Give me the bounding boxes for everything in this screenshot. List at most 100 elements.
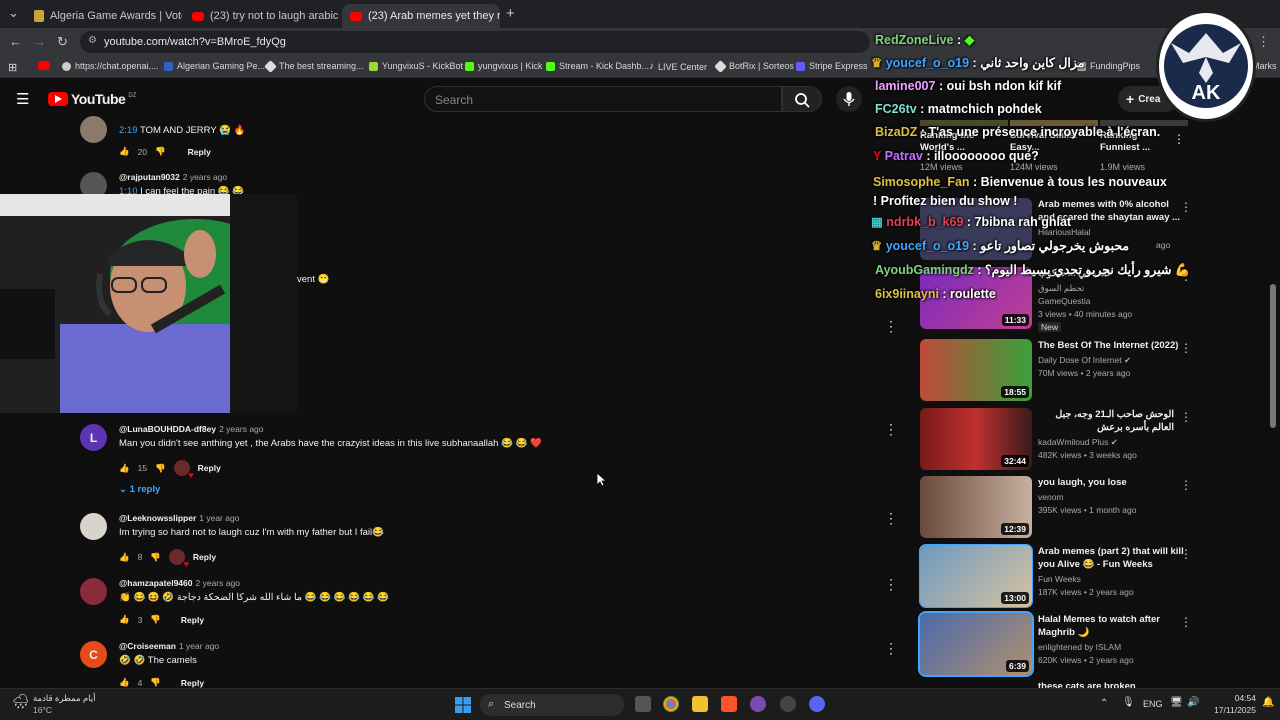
youtube-logo[interactable]: YouTube DZ <box>48 91 136 107</box>
network-icon[interactable]: 🖥 <box>1170 697 1183 708</box>
task-view-icon[interactable] <box>635 696 651 712</box>
bookmark-kick-dashboard[interactable]: Stream - Kick Dashb... <box>546 61 649 71</box>
app-icon[interactable] <box>750 696 766 712</box>
avatar[interactable]: C <box>80 641 107 668</box>
dislike-icon[interactable]: 👎 <box>150 552 161 563</box>
channel-name[interactable]: venom <box>1038 492 1064 502</box>
comment-handle[interactable]: @Croiseeman <box>119 641 176 651</box>
dislike-icon[interactable]: 👎 <box>155 146 166 157</box>
reply-button[interactable]: Reply <box>181 615 204 625</box>
taskbar-search[interactable]: ⌕ Search <box>480 694 624 716</box>
chevron-up-icon[interactable]: ⌃ <box>1100 698 1108 709</box>
bookmark-algerian-gaming[interactable]: Algerian Gaming Pe... <box>164 61 265 71</box>
tab-2[interactable]: (23) try not to laugh arabic me ✕ <box>184 4 340 28</box>
notification-icon[interactable]: 🔔 <box>1262 697 1274 708</box>
reload-icon[interactable]: ↻ <box>57 34 68 50</box>
recommended-video[interactable]: 12:39 you laugh, you lose venom 395K vie… <box>920 476 1192 538</box>
microphone-icon[interactable]: 🎙 <box>1122 697 1135 708</box>
video-thumbnail[interactable]: 6:39 <box>918 611 1034 677</box>
more-options-icon[interactable]: ⋮ <box>884 640 898 657</box>
reply-button[interactable]: Reply <box>188 147 211 157</box>
more-options-icon[interactable]: ⋮ <box>1180 200 1192 214</box>
avatar[interactable]: L <box>80 424 107 451</box>
more-options-icon[interactable]: ⋮ <box>884 510 898 527</box>
like-icon[interactable]: 👍 <box>119 614 130 625</box>
reply-button[interactable]: Reply <box>181 678 204 688</box>
channel-name[interactable]: kadaWmiloud Plus ✔ <box>1038 437 1118 448</box>
dislike-icon[interactable]: 👎 <box>150 614 161 625</box>
bookmark-youtube[interactable] <box>38 61 50 70</box>
weather-text[interactable]: أيام ممطرة قادمة <box>33 693 95 704</box>
video-title[interactable]: Arab memes (part 2) that will kill you A… <box>1038 545 1184 571</box>
video-title[interactable]: الوحش صاحب الـ21 وجه، جبل العالم بأسره ب… <box>1038 408 1174 434</box>
volume-icon[interactable]: 🔊 <box>1187 697 1199 708</box>
bookmark-stripe[interactable]: Stripe Express <box>796 61 868 71</box>
reply-button[interactable]: Reply <box>193 552 216 562</box>
apps-icon[interactable]: ⊞ <box>8 61 17 74</box>
avatar[interactable] <box>80 578 107 605</box>
tab-list-icon[interactable]: ⌄ <box>8 5 19 21</box>
comment-author[interactable]: @hamzapatel9460 2 years ago <box>119 578 240 588</box>
brave-icon[interactable] <box>721 696 737 712</box>
video-thumbnail[interactable]: 18:55 <box>920 339 1032 401</box>
more-options-icon[interactable]: ⋮ <box>1180 615 1192 629</box>
more-options-icon[interactable]: ⋮ <box>1173 132 1185 146</box>
view-replies-button[interactable]: ⌄ 1 reply <box>119 484 160 495</box>
more-options-icon[interactable]: ⋮ <box>884 318 898 335</box>
reply-button[interactable]: Reply <box>198 463 221 473</box>
weather-icon[interactable]: 🌧 <box>12 693 30 710</box>
comment-author[interactable]: @Croiseeman 1 year ago <box>119 641 219 651</box>
tab-1[interactable]: Algeria Game Awards | Vote fo ✕ <box>26 4 182 28</box>
dislike-icon[interactable]: 👎 <box>150 677 161 688</box>
channel-name[interactable]: Daily Dose Of Internet ✔ <box>1038 355 1131 366</box>
more-options-icon[interactable]: ⋮ <box>1180 410 1192 424</box>
like-icon[interactable]: 👍 <box>119 552 130 563</box>
discord-icon[interactable] <box>809 696 825 712</box>
site-info-icon[interactable]: ⚙ <box>88 35 97 46</box>
menu-icon[interactable]: ⋮ <box>1257 34 1270 50</box>
video-thumbnail[interactable]: 32:44 <box>920 408 1032 470</box>
clock-date[interactable]: 17/11/2025 <box>1208 705 1256 715</box>
more-options-icon[interactable]: ⋮ <box>1180 547 1192 561</box>
video-thumbnail[interactable]: 12:39 <box>920 476 1032 538</box>
recommended-video[interactable]: 18:55 The Best Of The Internet (2022) Da… <box>920 339 1192 401</box>
like-icon[interactable]: 👍 <box>119 463 130 474</box>
comment-author[interactable]: @Leeknowsslipper 1 year ago <box>119 513 239 523</box>
channel-name[interactable]: Fun Weeks <box>1038 574 1081 584</box>
clock-time[interactable]: 04:54 <box>1218 693 1256 703</box>
comment-handle[interactable]: @Leeknowsslipper <box>119 513 196 523</box>
recommended-video[interactable]: 32:44 الوحش صاحب الـ21 وجه، جبل العالم ب… <box>920 408 1192 470</box>
back-icon[interactable]: ← <box>9 34 22 49</box>
hamburger-menu-icon[interactable]: ☰ <box>16 90 29 108</box>
app-icon[interactable] <box>780 696 796 712</box>
comment-author[interactable]: @LunaBOUHDDA-df8ey 2 years ago <box>119 424 264 434</box>
comment-handle[interactable]: @rajputan9032 <box>119 172 180 182</box>
more-options-icon[interactable]: ⋮ <box>884 576 898 593</box>
video-title[interactable]: you laugh, you lose <box>1038 476 1184 489</box>
scrollbar-thumb[interactable] <box>1270 284 1276 428</box>
tab-3[interactable]: (23) Arab memes yet they neve ✕ <box>342 4 500 28</box>
bookmark-kickbot[interactable]: YungvixuS - KickBot <box>369 61 463 71</box>
channel-name[interactable]: enlightened by ISLAM <box>1038 642 1121 652</box>
new-tab-icon[interactable]: + <box>506 5 515 22</box>
file-explorer-icon[interactable] <box>692 696 708 712</box>
channel-name[interactable]: تحطم السوق <box>1038 283 1084 294</box>
bookmark-botrix[interactable]: BotRix | Sorteos <box>714 59 794 73</box>
search-input[interactable]: Search <box>424 86 782 112</box>
windows-start-icon[interactable] <box>455 697 471 713</box>
video-thumbnail[interactable]: 13:00 <box>919 544 1033 608</box>
like-icon[interactable]: 👍 <box>119 146 130 157</box>
video-title[interactable]: The Best Of The Internet (2022) <box>1038 339 1184 352</box>
video-title[interactable]: Halal Memes to watch after Maghrib 🌙 <box>1038 613 1184 639</box>
like-icon[interactable]: 👍 <box>119 677 130 688</box>
bookmark-chatgpt[interactable]: https://chat.openai.... <box>62 61 159 71</box>
more-options-icon[interactable]: ⋮ <box>884 421 898 438</box>
comment-handle[interactable]: @hamzapatel9460 <box>119 578 193 588</box>
search-button[interactable] <box>782 86 822 112</box>
bookmark-fundingpips[interactable]: FundingPips <box>1077 61 1140 71</box>
dislike-icon[interactable]: 👎 <box>155 463 166 474</box>
comment-timestamp-link[interactable]: 2:19 <box>119 125 138 136</box>
avatar[interactable] <box>80 513 107 540</box>
more-options-icon[interactable]: ⋮ <box>1180 341 1192 355</box>
video-title[interactable]: these cats are broken <box>1038 680 1184 688</box>
